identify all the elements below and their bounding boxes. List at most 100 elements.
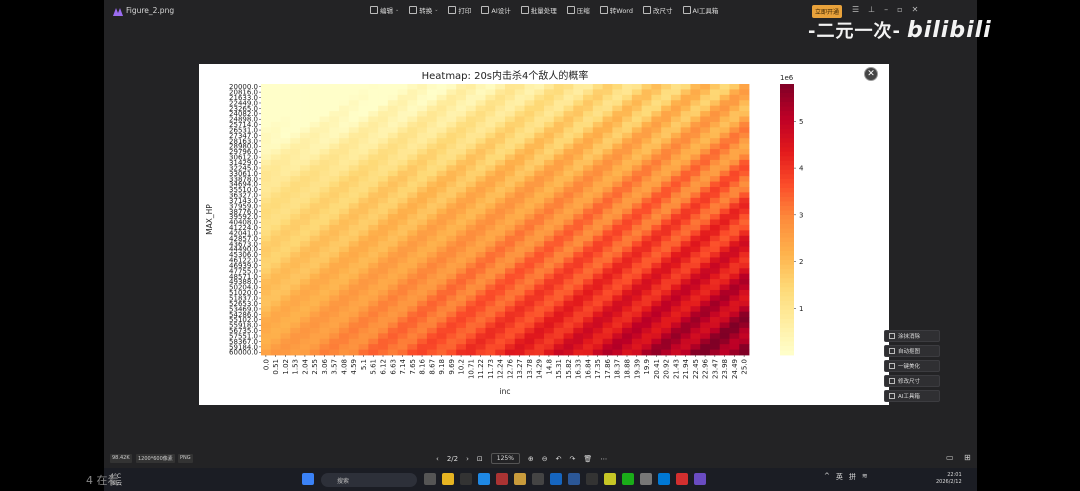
heatmap-cell bbox=[700, 289, 711, 296]
heatmap-cell bbox=[495, 154, 506, 161]
edge-icon[interactable] bbox=[478, 473, 490, 485]
heatmap-cell bbox=[368, 159, 379, 166]
heatmap-cell bbox=[514, 252, 525, 258]
side-tool-beautify[interactable]: 一键美化 bbox=[884, 360, 940, 372]
heatmap-cell bbox=[300, 300, 311, 307]
heatmap-cell bbox=[436, 311, 447, 318]
zoom-select[interactable]: 125% bbox=[490, 453, 520, 464]
heatmap-cell bbox=[631, 121, 643, 128]
fullscreen-icon[interactable]: ▭ bbox=[946, 453, 954, 462]
tray-chevron-icon[interactable]: ^ bbox=[824, 472, 830, 482]
heatmap-cell bbox=[622, 338, 633, 345]
heatmap-cell bbox=[563, 311, 574, 318]
app-icon[interactable] bbox=[496, 473, 508, 485]
heatmap-cell bbox=[680, 186, 691, 193]
heatmap-cell bbox=[465, 84, 477, 90]
menu-icon[interactable]: ☰ bbox=[852, 5, 859, 14]
maximize-icon[interactable]: ▫ bbox=[897, 5, 902, 14]
side-tool-eraser[interactable]: 涂抹消除 bbox=[884, 330, 940, 342]
app-icon[interactable] bbox=[424, 473, 436, 485]
heatmap-cell bbox=[680, 94, 691, 101]
side-tool-ai-toolbox[interactable]: AI工具箱 bbox=[884, 390, 940, 402]
clock[interactable]: 22:01 2026/2/12 bbox=[936, 472, 962, 486]
heatmap-cell bbox=[505, 84, 516, 90]
side-tool-cutout[interactable]: 自动抠图 bbox=[884, 345, 940, 357]
folder-icon[interactable] bbox=[442, 473, 454, 485]
heatmap-cell bbox=[514, 111, 525, 117]
heatmap-cell bbox=[563, 257, 574, 264]
heatmap-cell bbox=[378, 300, 389, 307]
heatmap-cell bbox=[387, 333, 399, 340]
close-icon[interactable]: ✕ bbox=[912, 5, 919, 14]
start-icon[interactable] bbox=[302, 473, 314, 485]
heatmap-cell bbox=[524, 121, 535, 128]
heatmap-cell bbox=[514, 208, 525, 215]
heatmap-cell bbox=[290, 94, 301, 101]
close-image-icon[interactable]: ✕ bbox=[864, 67, 878, 81]
more-icon[interactable]: ⋯ bbox=[600, 455, 607, 463]
wps-icon[interactable] bbox=[676, 473, 688, 485]
wechat-icon[interactable] bbox=[622, 473, 634, 485]
heatmap-cell bbox=[475, 235, 486, 242]
app-icon[interactable] bbox=[532, 473, 544, 485]
heatmap-cell bbox=[270, 262, 281, 269]
heatmap-cell bbox=[261, 317, 272, 323]
terminal-icon[interactable] bbox=[586, 473, 598, 485]
toolbar-item-convert[interactable]: 转换 ⌄ bbox=[409, 5, 438, 15]
toolbar-item-print[interactable]: 打印 bbox=[448, 5, 471, 15]
wifi-icon[interactable]: ≋ bbox=[862, 472, 868, 482]
rotate-right-icon[interactable]: ↷ bbox=[570, 455, 576, 463]
minimize-icon[interactable]: – bbox=[884, 5, 888, 14]
heatmap-cell bbox=[290, 192, 301, 199]
side-tool-resize[interactable]: 修改尺寸 bbox=[884, 375, 940, 387]
toolbar-item-batch[interactable]: 批量处理 bbox=[520, 5, 557, 15]
toolbar-item-ai-toolbox[interactable]: AI工具箱 bbox=[682, 5, 718, 15]
clock-date: 2026/2/12 bbox=[936, 479, 962, 485]
heatmap-cell bbox=[622, 127, 633, 134]
toolbar-item-word[interactable]: 转Word bbox=[599, 5, 633, 15]
image-viewer-icon[interactable] bbox=[694, 473, 706, 485]
heatmap-cell bbox=[680, 224, 691, 231]
input-lang[interactable]: 英 bbox=[836, 472, 843, 482]
zoom-in-icon[interactable]: ⊕ bbox=[528, 455, 534, 463]
app-icon[interactable] bbox=[604, 473, 616, 485]
next-page-icon[interactable]: › bbox=[466, 455, 469, 463]
heatmap-cell bbox=[583, 84, 594, 90]
pin-icon[interactable]: ⊥ bbox=[868, 5, 875, 14]
vscode-icon[interactable] bbox=[658, 473, 670, 485]
heatmap-cell bbox=[348, 176, 359, 182]
app-icon[interactable] bbox=[568, 473, 580, 485]
colorbar-segment bbox=[780, 242, 794, 247]
app-icon[interactable] bbox=[550, 473, 562, 485]
delete-icon[interactable]: 🗑 bbox=[583, 455, 592, 463]
fit-icon[interactable]: ⊡ bbox=[477, 455, 483, 463]
rotate-left-icon[interactable]: ↶ bbox=[556, 455, 562, 463]
grid-view-icon[interactable]: ⊞ bbox=[964, 453, 971, 462]
heatmap-cell bbox=[651, 317, 662, 323]
toolbar-item-edit[interactable]: 编辑 ⌄ bbox=[370, 5, 399, 15]
heatmap-cell bbox=[534, 181, 545, 188]
heatmap-cell bbox=[495, 165, 506, 172]
toolbar-item-ai-design[interactable]: AI设计 bbox=[481, 5, 511, 15]
toolbar-item-resize[interactable]: 改尺寸 bbox=[643, 5, 673, 15]
prev-page-icon[interactable]: ‹ bbox=[436, 455, 439, 463]
colorbar-segment bbox=[780, 133, 794, 139]
taskbar-search[interactable]: 搜索 bbox=[321, 473, 417, 487]
app-icon[interactable] bbox=[514, 473, 526, 485]
zoom-out-icon[interactable]: ⊖ bbox=[542, 455, 548, 463]
heatmap-cell bbox=[553, 268, 564, 275]
heatmap-cell bbox=[631, 230, 643, 237]
heatmap-cell bbox=[378, 116, 389, 123]
app-icon[interactable] bbox=[460, 473, 472, 485]
toolbar-item-compress[interactable]: 压缩 bbox=[566, 5, 590, 15]
heatmap-cell bbox=[261, 279, 272, 285]
heatmap-cell bbox=[534, 230, 545, 237]
heatmap-cell bbox=[436, 132, 447, 139]
heatmap-cell bbox=[583, 154, 594, 161]
heatmap-cell bbox=[446, 246, 457, 253]
heatmap-cell bbox=[592, 344, 603, 350]
heatmap-cell bbox=[387, 214, 399, 220]
app-icon[interactable] bbox=[640, 473, 652, 485]
x-tick-label: 20.41 bbox=[653, 359, 661, 379]
input-mode[interactable]: 拼 bbox=[849, 472, 856, 482]
